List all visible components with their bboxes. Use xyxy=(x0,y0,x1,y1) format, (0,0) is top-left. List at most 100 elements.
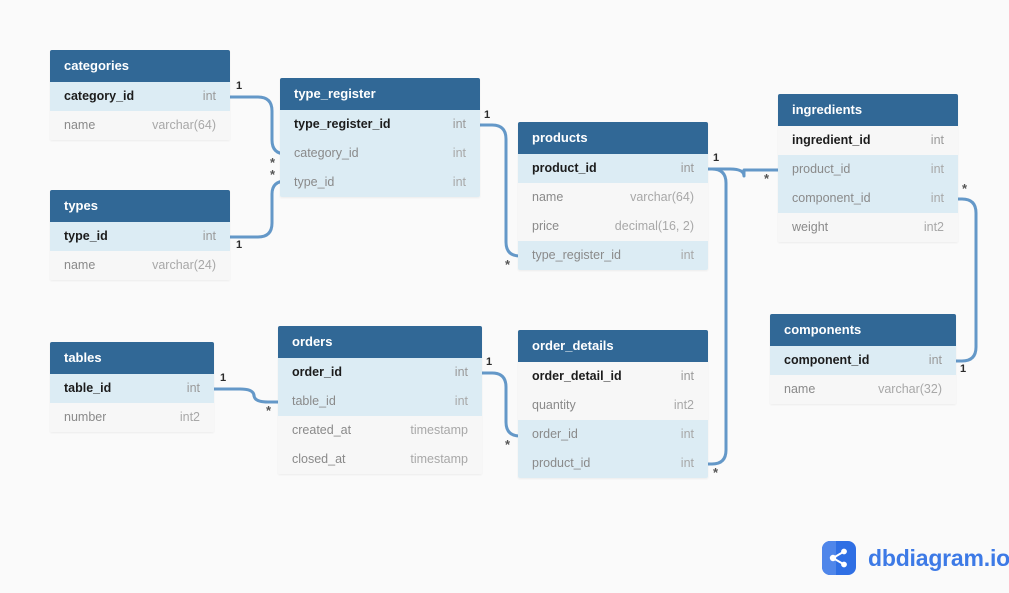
field-row-order_details-order_id[interactable]: order_id int xyxy=(518,420,708,449)
field-type: int xyxy=(454,394,468,408)
field-type: int xyxy=(202,229,216,243)
table-header-orders[interactable]: orders xyxy=(278,326,482,358)
table-type_register[interactable]: type_register type_register_id int category… xyxy=(280,78,480,197)
edge-tables-orders xyxy=(214,387,278,404)
field-name: type_register_id xyxy=(294,117,391,131)
field-row-categories-name[interactable]: name varchar(64) xyxy=(50,111,230,140)
cardinality-to-products-ingredients: * xyxy=(764,171,770,186)
edge-categories-type_register xyxy=(230,95,288,156)
field-row-type_register-type_id[interactable]: type_id int xyxy=(280,168,480,197)
field-name: order_id xyxy=(532,427,578,441)
table-order_details[interactable]: order_details order_detail_id int quantity i… xyxy=(518,330,708,478)
field-name: category_id xyxy=(294,146,359,160)
field-row-components-name[interactable]: name varchar(32) xyxy=(770,375,956,404)
field-name: category_id xyxy=(64,89,135,103)
field-row-ingredients-component_id[interactable]: component_id int xyxy=(778,184,958,213)
table-types[interactable]: types type_id int name varchar(24) xyxy=(50,190,230,280)
field-name: component_id xyxy=(792,191,871,205)
cardinality-from-categories-type_register: 1 xyxy=(236,80,243,92)
field-row-tables-number[interactable]: number int2 xyxy=(50,403,214,432)
table-header-components[interactable]: components xyxy=(770,314,956,346)
cardinality-from-tables-orders: 1 xyxy=(220,372,227,384)
edge-types-type_register xyxy=(230,179,288,239)
field-row-orders-closed_at[interactable]: closed_at timestamp xyxy=(278,445,482,474)
field-name: product_id xyxy=(532,161,597,175)
table-header-tables[interactable]: tables xyxy=(50,342,214,374)
field-row-order_details-quantity[interactable]: quantity int2 xyxy=(518,391,708,420)
field-name: price xyxy=(532,219,560,233)
cardinality-to-orders-order_details: * xyxy=(505,437,511,452)
field-type: int xyxy=(680,248,694,262)
field-row-orders-created_at[interactable]: created_at timestamp xyxy=(278,416,482,445)
field-name: closed_at xyxy=(292,452,346,466)
field-type: int xyxy=(202,89,216,103)
cardinality-from-orders-order_details: 1 xyxy=(486,356,493,368)
field-type: int xyxy=(186,381,200,395)
field-row-types-type_id[interactable]: type_id int xyxy=(50,222,230,251)
field-row-ingredients-ingredient_id[interactable]: ingredient_id int xyxy=(778,126,958,155)
field-row-types-name[interactable]: name varchar(24) xyxy=(50,251,230,280)
cardinality-from-type_register-products: 1 xyxy=(484,109,491,121)
field-type: int xyxy=(454,365,468,379)
edge-components-ingredients xyxy=(956,197,978,363)
edge-type_register-products xyxy=(480,123,522,258)
field-type: int xyxy=(930,162,944,176)
field-name: name xyxy=(64,118,96,132)
table-products[interactable]: products product_id int name varchar(64) pric… xyxy=(518,122,708,270)
field-type: int2 xyxy=(923,220,944,234)
field-row-type_register-type_register_id[interactable]: type_register_id int xyxy=(280,110,480,139)
table-header-type_register[interactable]: type_register xyxy=(280,78,480,110)
field-name: ingredient_id xyxy=(792,133,871,147)
table-header-order_details[interactable]: order_details xyxy=(518,330,708,362)
field-type: varchar(24) xyxy=(152,258,216,272)
field-row-products-type_register_id[interactable]: type_register_id int xyxy=(518,241,708,270)
field-row-categories-category_id[interactable]: category_id int xyxy=(50,82,230,111)
table-components[interactable]: components component_id int name varchar(32) xyxy=(770,314,956,404)
field-type: varchar(64) xyxy=(630,190,694,204)
table-header-categories[interactable]: categories xyxy=(50,50,230,82)
dbdiagram-watermark[interactable]: dbdiagram.io xyxy=(822,541,1009,575)
field-row-ingredients-product_id[interactable]: product_id int xyxy=(778,155,958,184)
field-row-orders-table_id[interactable]: table_id int xyxy=(278,387,482,416)
field-type: int xyxy=(680,427,694,441)
cardinality-from-products-ingredients: 1 xyxy=(713,152,720,164)
field-type: timestamp xyxy=(410,452,468,466)
field-row-tables-table_id[interactable]: table_id int xyxy=(50,374,214,403)
field-row-products-name[interactable]: name varchar(64) xyxy=(518,183,708,212)
field-type: int2 xyxy=(179,410,200,424)
field-row-order_details-product_id[interactable]: product_id int xyxy=(518,449,708,478)
field-type: int xyxy=(452,146,466,160)
field-row-products-price[interactable]: price decimal(16, 2) xyxy=(518,212,708,241)
field-type: int xyxy=(680,369,694,383)
dbdiagram-logo-icon xyxy=(822,541,856,575)
table-ingredients[interactable]: ingredients ingredient_id int product_id int… xyxy=(778,94,958,242)
cardinality-to-components-ingredients: * xyxy=(962,181,968,196)
field-name: quantity xyxy=(532,398,576,412)
field-name: name xyxy=(784,382,816,396)
field-type: timestamp xyxy=(410,423,468,437)
field-row-ingredients-weight[interactable]: weight int2 xyxy=(778,213,958,242)
field-name: name xyxy=(64,258,96,272)
field-type: int xyxy=(930,191,944,205)
field-row-type_register-category_id[interactable]: category_id int xyxy=(280,139,480,168)
table-header-ingredients[interactable]: ingredients xyxy=(778,94,958,126)
field-row-orders-order_id[interactable]: order_id int xyxy=(278,358,482,387)
field-row-products-product_id[interactable]: product_id int xyxy=(518,154,708,183)
field-name: product_id xyxy=(532,456,591,470)
table-categories[interactable]: categories category_id int name varchar(64) xyxy=(50,50,230,140)
field-name: type_id xyxy=(294,175,335,189)
table-header-products[interactable]: products xyxy=(518,122,708,154)
field-row-components-component_id[interactable]: component_id int xyxy=(770,346,956,375)
field-type: int2 xyxy=(673,398,694,412)
field-type: int xyxy=(680,161,694,175)
field-row-order_details-order_detail_id[interactable]: order_detail_id int xyxy=(518,362,708,391)
table-header-types[interactable]: types xyxy=(50,190,230,222)
field-type: int xyxy=(452,117,466,131)
table-orders[interactable]: orders order_id int table_id int created_at ti… xyxy=(278,326,482,474)
field-type: int xyxy=(452,175,466,189)
table-tables[interactable]: tables table_id int number int2 xyxy=(50,342,214,432)
cardinality-from-types-type_register: 1 xyxy=(236,239,243,251)
edge-orders-order_details xyxy=(482,371,522,438)
cardinality-to-products-order_details: * xyxy=(713,465,719,480)
field-type: int xyxy=(680,456,694,470)
